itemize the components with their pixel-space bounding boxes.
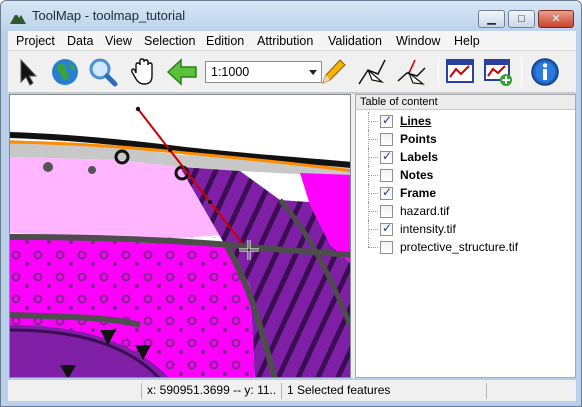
selection-count: 1 Selected features: [281, 383, 481, 399]
toc-item-label: protective_structure.tif: [400, 240, 519, 254]
toc-header: Table of content: [356, 95, 575, 110]
menu-data[interactable]: Data: [67, 34, 93, 48]
layer-table-icon: [446, 59, 474, 83]
info-icon: [531, 58, 559, 86]
labels-checkbox[interactable]: ✓: [380, 149, 393, 164]
check-icon: ✓: [382, 149, 393, 163]
toc-item-notes[interactable]: Notes: [356, 166, 575, 184]
layer-table-button[interactable]: [443, 55, 477, 89]
full-extent-button[interactable]: [48, 55, 82, 89]
modify-line-icon: [397, 59, 426, 85]
menu-help[interactable]: Help: [454, 34, 480, 48]
toc-item-label: Points: [400, 132, 437, 146]
main-toolbar: 1:1000: [8, 51, 576, 93]
check-icon: ✓: [382, 221, 393, 235]
app-window: ToolMap - toolmap_tutorial ▁ □ ✕ Project…: [0, 0, 582, 407]
toc-item-lines[interactable]: ✓ Lines: [356, 112, 575, 130]
status-bar: x: 590951.3699 -- y: 11... 1 Selected fe…: [8, 379, 576, 401]
menu-view[interactable]: View: [105, 34, 132, 48]
toc-item-label: Notes: [400, 168, 434, 182]
toc-item-intensity[interactable]: ✓ intensity.tif: [356, 220, 575, 238]
menu-validation[interactable]: Validation: [328, 34, 382, 48]
back-button[interactable]: [165, 55, 199, 89]
minimize-button[interactable]: ▁: [478, 10, 505, 28]
status-empty-field: [486, 383, 572, 399]
scale-dropdown[interactable]: 1:1000: [205, 61, 322, 83]
check-icon: ✓: [382, 185, 393, 199]
lines-checkbox[interactable]: ✓: [380, 113, 393, 128]
toolbar-separator: [521, 57, 522, 87]
menu-attribution[interactable]: Attribution: [257, 34, 313, 48]
toc-item-label: Lines: [400, 114, 432, 128]
add-layer-icon: [484, 59, 512, 86]
toc-item-points[interactable]: Points: [356, 130, 575, 148]
menu-selection[interactable]: Selection: [144, 34, 195, 48]
edit-vertex-button[interactable]: [355, 55, 389, 89]
toolbar-separator: [438, 57, 439, 87]
toc-item-label: intensity.tif: [400, 222, 456, 236]
scale-value: 1:1000: [211, 65, 250, 79]
map-canvas[interactable]: [9, 94, 351, 378]
app-logo-icon: [10, 13, 26, 24]
notes-checkbox[interactable]: [380, 169, 393, 182]
zoom-magnifier-icon: [89, 58, 118, 87]
modify-line-button[interactable]: [394, 55, 428, 89]
pan-hand-icon: [130, 58, 153, 85]
draw-pencil-icon: [322, 59, 346, 84]
close-button[interactable]: ✕: [538, 10, 574, 28]
menu-project[interactable]: Project: [16, 34, 55, 48]
hazard-checkbox[interactable]: [380, 205, 393, 218]
info-button[interactable]: [528, 55, 562, 89]
add-layer-button[interactable]: [481, 55, 515, 89]
map-rendering: [10, 95, 350, 377]
check-icon: ✓: [382, 113, 393, 127]
points-checkbox[interactable]: [380, 133, 393, 146]
draw-button[interactable]: [316, 55, 350, 89]
menu-edition[interactable]: Edition: [206, 34, 244, 48]
table-of-content-panel: Table of content ✓ Lines Points ✓ Labels…: [355, 94, 576, 378]
maximize-icon: □: [518, 12, 525, 25]
toc-item-label: hazard.tif: [400, 204, 450, 218]
back-arrow-icon: [166, 58, 197, 86]
globe-icon: [52, 59, 78, 85]
toc-item-frame[interactable]: ✓ Frame: [356, 184, 575, 202]
menu-bar: Project Data View Selection Edition Attr…: [8, 31, 576, 51]
toc-item-label: Labels: [400, 150, 439, 164]
toc-item-hazard[interactable]: hazard.tif: [356, 202, 575, 220]
coordinates-readout: x: 590951.3699 -- y: 11...: [141, 383, 277, 399]
select-arrow-icon: [20, 58, 38, 86]
window-title: ToolMap - toolmap_tutorial: [32, 8, 186, 23]
title-bar[interactable]: ToolMap - toolmap_tutorial ▁ □ ✕: [1, 1, 581, 31]
minimize-icon: ▁: [487, 12, 496, 25]
pan-tool-button[interactable]: [126, 55, 160, 89]
frame-checkbox[interactable]: ✓: [380, 185, 393, 200]
menu-window[interactable]: Window: [396, 34, 440, 48]
zoom-tool-button[interactable]: [86, 55, 120, 89]
toc-item-protective-structure[interactable]: protective_structure.tif: [356, 238, 575, 256]
toc-item-labels[interactable]: ✓ Labels: [356, 148, 575, 166]
close-icon: ✕: [551, 12, 561, 25]
toc-item-label: Frame: [400, 186, 437, 200]
intensity-checkbox[interactable]: ✓: [380, 221, 393, 236]
maximize-button[interactable]: □: [508, 10, 535, 28]
edit-vertex-icon: [358, 59, 386, 85]
select-tool-button[interactable]: [11, 55, 45, 89]
protective-structure-checkbox[interactable]: [380, 241, 393, 254]
